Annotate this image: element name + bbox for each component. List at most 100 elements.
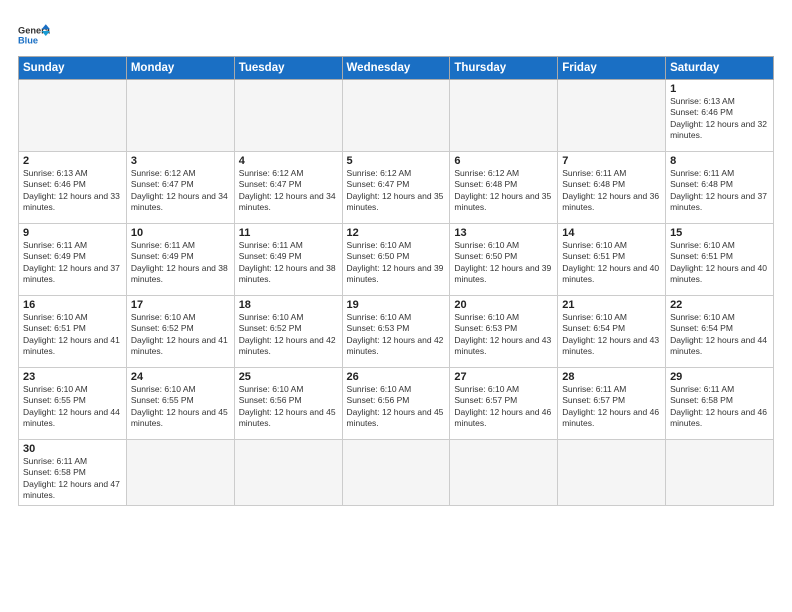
- day-cell: [450, 80, 558, 152]
- day-cell: 21Sunrise: 6:10 AM Sunset: 6:54 PM Dayli…: [558, 296, 666, 368]
- week-row-3: 16Sunrise: 6:10 AM Sunset: 6:51 PM Dayli…: [19, 296, 774, 368]
- day-number: 3: [131, 155, 230, 167]
- day-info: Sunrise: 6:13 AM Sunset: 6:46 PM Dayligh…: [670, 96, 769, 142]
- day-cell: [126, 80, 234, 152]
- day-info: Sunrise: 6:11 AM Sunset: 6:49 PM Dayligh…: [23, 240, 122, 286]
- col-header-sunday: Sunday: [19, 57, 127, 80]
- day-cell: 2Sunrise: 6:13 AM Sunset: 6:46 PM Daylig…: [19, 152, 127, 224]
- day-number: 5: [347, 155, 446, 167]
- day-info: Sunrise: 6:10 AM Sunset: 6:54 PM Dayligh…: [670, 312, 769, 358]
- day-cell: 25Sunrise: 6:10 AM Sunset: 6:56 PM Dayli…: [234, 368, 342, 440]
- day-cell: 1Sunrise: 6:13 AM Sunset: 6:46 PM Daylig…: [666, 80, 774, 152]
- col-header-monday: Monday: [126, 57, 234, 80]
- day-cell: 30Sunrise: 6:11 AM Sunset: 6:58 PM Dayli…: [19, 440, 127, 506]
- day-info: Sunrise: 6:11 AM Sunset: 6:57 PM Dayligh…: [562, 384, 661, 430]
- day-cell: [450, 440, 558, 506]
- day-number: 23: [23, 371, 122, 383]
- header: General Blue: [18, 18, 774, 50]
- day-info: Sunrise: 6:11 AM Sunset: 6:49 PM Dayligh…: [239, 240, 338, 286]
- day-cell: 9Sunrise: 6:11 AM Sunset: 6:49 PM Daylig…: [19, 224, 127, 296]
- day-cell: 22Sunrise: 6:10 AM Sunset: 6:54 PM Dayli…: [666, 296, 774, 368]
- day-info: Sunrise: 6:10 AM Sunset: 6:50 PM Dayligh…: [347, 240, 446, 286]
- day-cell: [126, 440, 234, 506]
- day-cell: 28Sunrise: 6:11 AM Sunset: 6:57 PM Dayli…: [558, 368, 666, 440]
- day-number: 13: [454, 227, 553, 239]
- week-row-0: 1Sunrise: 6:13 AM Sunset: 6:46 PM Daylig…: [19, 80, 774, 152]
- calendar: SundayMondayTuesdayWednesdayThursdayFrid…: [18, 56, 774, 506]
- day-info: Sunrise: 6:12 AM Sunset: 6:47 PM Dayligh…: [131, 168, 230, 214]
- day-info: Sunrise: 6:11 AM Sunset: 6:48 PM Dayligh…: [562, 168, 661, 214]
- day-cell: 13Sunrise: 6:10 AM Sunset: 6:50 PM Dayli…: [450, 224, 558, 296]
- day-cell: 19Sunrise: 6:10 AM Sunset: 6:53 PM Dayli…: [342, 296, 450, 368]
- day-cell: 27Sunrise: 6:10 AM Sunset: 6:57 PM Dayli…: [450, 368, 558, 440]
- logo: General Blue: [18, 22, 50, 50]
- day-number: 26: [347, 371, 446, 383]
- day-info: Sunrise: 6:11 AM Sunset: 6:48 PM Dayligh…: [670, 168, 769, 214]
- day-number: 19: [347, 299, 446, 311]
- day-number: 10: [131, 227, 230, 239]
- day-number: 14: [562, 227, 661, 239]
- day-cell: 18Sunrise: 6:10 AM Sunset: 6:52 PM Dayli…: [234, 296, 342, 368]
- day-info: Sunrise: 6:10 AM Sunset: 6:51 PM Dayligh…: [23, 312, 122, 358]
- day-cell: 6Sunrise: 6:12 AM Sunset: 6:48 PM Daylig…: [450, 152, 558, 224]
- day-info: Sunrise: 6:12 AM Sunset: 6:47 PM Dayligh…: [347, 168, 446, 214]
- day-info: Sunrise: 6:10 AM Sunset: 6:52 PM Dayligh…: [239, 312, 338, 358]
- day-number: 27: [454, 371, 553, 383]
- svg-text:Blue: Blue: [18, 36, 38, 46]
- day-number: 2: [23, 155, 122, 167]
- day-cell: 10Sunrise: 6:11 AM Sunset: 6:49 PM Dayli…: [126, 224, 234, 296]
- col-header-wednesday: Wednesday: [342, 57, 450, 80]
- day-number: 11: [239, 227, 338, 239]
- day-cell: 29Sunrise: 6:11 AM Sunset: 6:58 PM Dayli…: [666, 368, 774, 440]
- day-number: 6: [454, 155, 553, 167]
- day-cell: [666, 440, 774, 506]
- day-info: Sunrise: 6:11 AM Sunset: 6:58 PM Dayligh…: [23, 456, 122, 502]
- day-cell: [234, 440, 342, 506]
- day-cell: 7Sunrise: 6:11 AM Sunset: 6:48 PM Daylig…: [558, 152, 666, 224]
- day-cell: 17Sunrise: 6:10 AM Sunset: 6:52 PM Dayli…: [126, 296, 234, 368]
- day-info: Sunrise: 6:12 AM Sunset: 6:48 PM Dayligh…: [454, 168, 553, 214]
- day-cell: 14Sunrise: 6:10 AM Sunset: 6:51 PM Dayli…: [558, 224, 666, 296]
- day-cell: 5Sunrise: 6:12 AM Sunset: 6:47 PM Daylig…: [342, 152, 450, 224]
- day-number: 9: [23, 227, 122, 239]
- day-number: 8: [670, 155, 769, 167]
- col-header-saturday: Saturday: [666, 57, 774, 80]
- day-cell: [19, 80, 127, 152]
- week-row-1: 2Sunrise: 6:13 AM Sunset: 6:46 PM Daylig…: [19, 152, 774, 224]
- day-cell: [342, 440, 450, 506]
- day-number: 16: [23, 299, 122, 311]
- day-cell: 4Sunrise: 6:12 AM Sunset: 6:47 PM Daylig…: [234, 152, 342, 224]
- day-number: 17: [131, 299, 230, 311]
- week-row-4: 23Sunrise: 6:10 AM Sunset: 6:55 PM Dayli…: [19, 368, 774, 440]
- day-number: 12: [347, 227, 446, 239]
- day-cell: 24Sunrise: 6:10 AM Sunset: 6:55 PM Dayli…: [126, 368, 234, 440]
- day-number: 4: [239, 155, 338, 167]
- day-info: Sunrise: 6:10 AM Sunset: 6:55 PM Dayligh…: [23, 384, 122, 430]
- day-cell: 23Sunrise: 6:10 AM Sunset: 6:55 PM Dayli…: [19, 368, 127, 440]
- day-cell: 20Sunrise: 6:10 AM Sunset: 6:53 PM Dayli…: [450, 296, 558, 368]
- page: General Blue SundayMondayTuesdayWednesda…: [0, 0, 792, 612]
- day-info: Sunrise: 6:10 AM Sunset: 6:52 PM Dayligh…: [131, 312, 230, 358]
- day-info: Sunrise: 6:11 AM Sunset: 6:58 PM Dayligh…: [670, 384, 769, 430]
- day-number: 30: [23, 443, 122, 455]
- day-cell: 12Sunrise: 6:10 AM Sunset: 6:50 PM Dayli…: [342, 224, 450, 296]
- week-row-5: 30Sunrise: 6:11 AM Sunset: 6:58 PM Dayli…: [19, 440, 774, 506]
- day-info: Sunrise: 6:11 AM Sunset: 6:49 PM Dayligh…: [131, 240, 230, 286]
- day-info: Sunrise: 6:10 AM Sunset: 6:53 PM Dayligh…: [454, 312, 553, 358]
- day-cell: 16Sunrise: 6:10 AM Sunset: 6:51 PM Dayli…: [19, 296, 127, 368]
- day-info: Sunrise: 6:10 AM Sunset: 6:51 PM Dayligh…: [562, 240, 661, 286]
- col-header-tuesday: Tuesday: [234, 57, 342, 80]
- day-number: 7: [562, 155, 661, 167]
- day-info: Sunrise: 6:10 AM Sunset: 6:50 PM Dayligh…: [454, 240, 553, 286]
- day-info: Sunrise: 6:12 AM Sunset: 6:47 PM Dayligh…: [239, 168, 338, 214]
- day-info: Sunrise: 6:13 AM Sunset: 6:46 PM Dayligh…: [23, 168, 122, 214]
- generalblue-icon: General Blue: [18, 22, 50, 50]
- day-number: 15: [670, 227, 769, 239]
- week-row-2: 9Sunrise: 6:11 AM Sunset: 6:49 PM Daylig…: [19, 224, 774, 296]
- day-cell: 11Sunrise: 6:11 AM Sunset: 6:49 PM Dayli…: [234, 224, 342, 296]
- day-cell: 3Sunrise: 6:12 AM Sunset: 6:47 PM Daylig…: [126, 152, 234, 224]
- day-info: Sunrise: 6:10 AM Sunset: 6:53 PM Dayligh…: [347, 312, 446, 358]
- day-cell: [558, 80, 666, 152]
- day-info: Sunrise: 6:10 AM Sunset: 6:56 PM Dayligh…: [347, 384, 446, 430]
- day-cell: 8Sunrise: 6:11 AM Sunset: 6:48 PM Daylig…: [666, 152, 774, 224]
